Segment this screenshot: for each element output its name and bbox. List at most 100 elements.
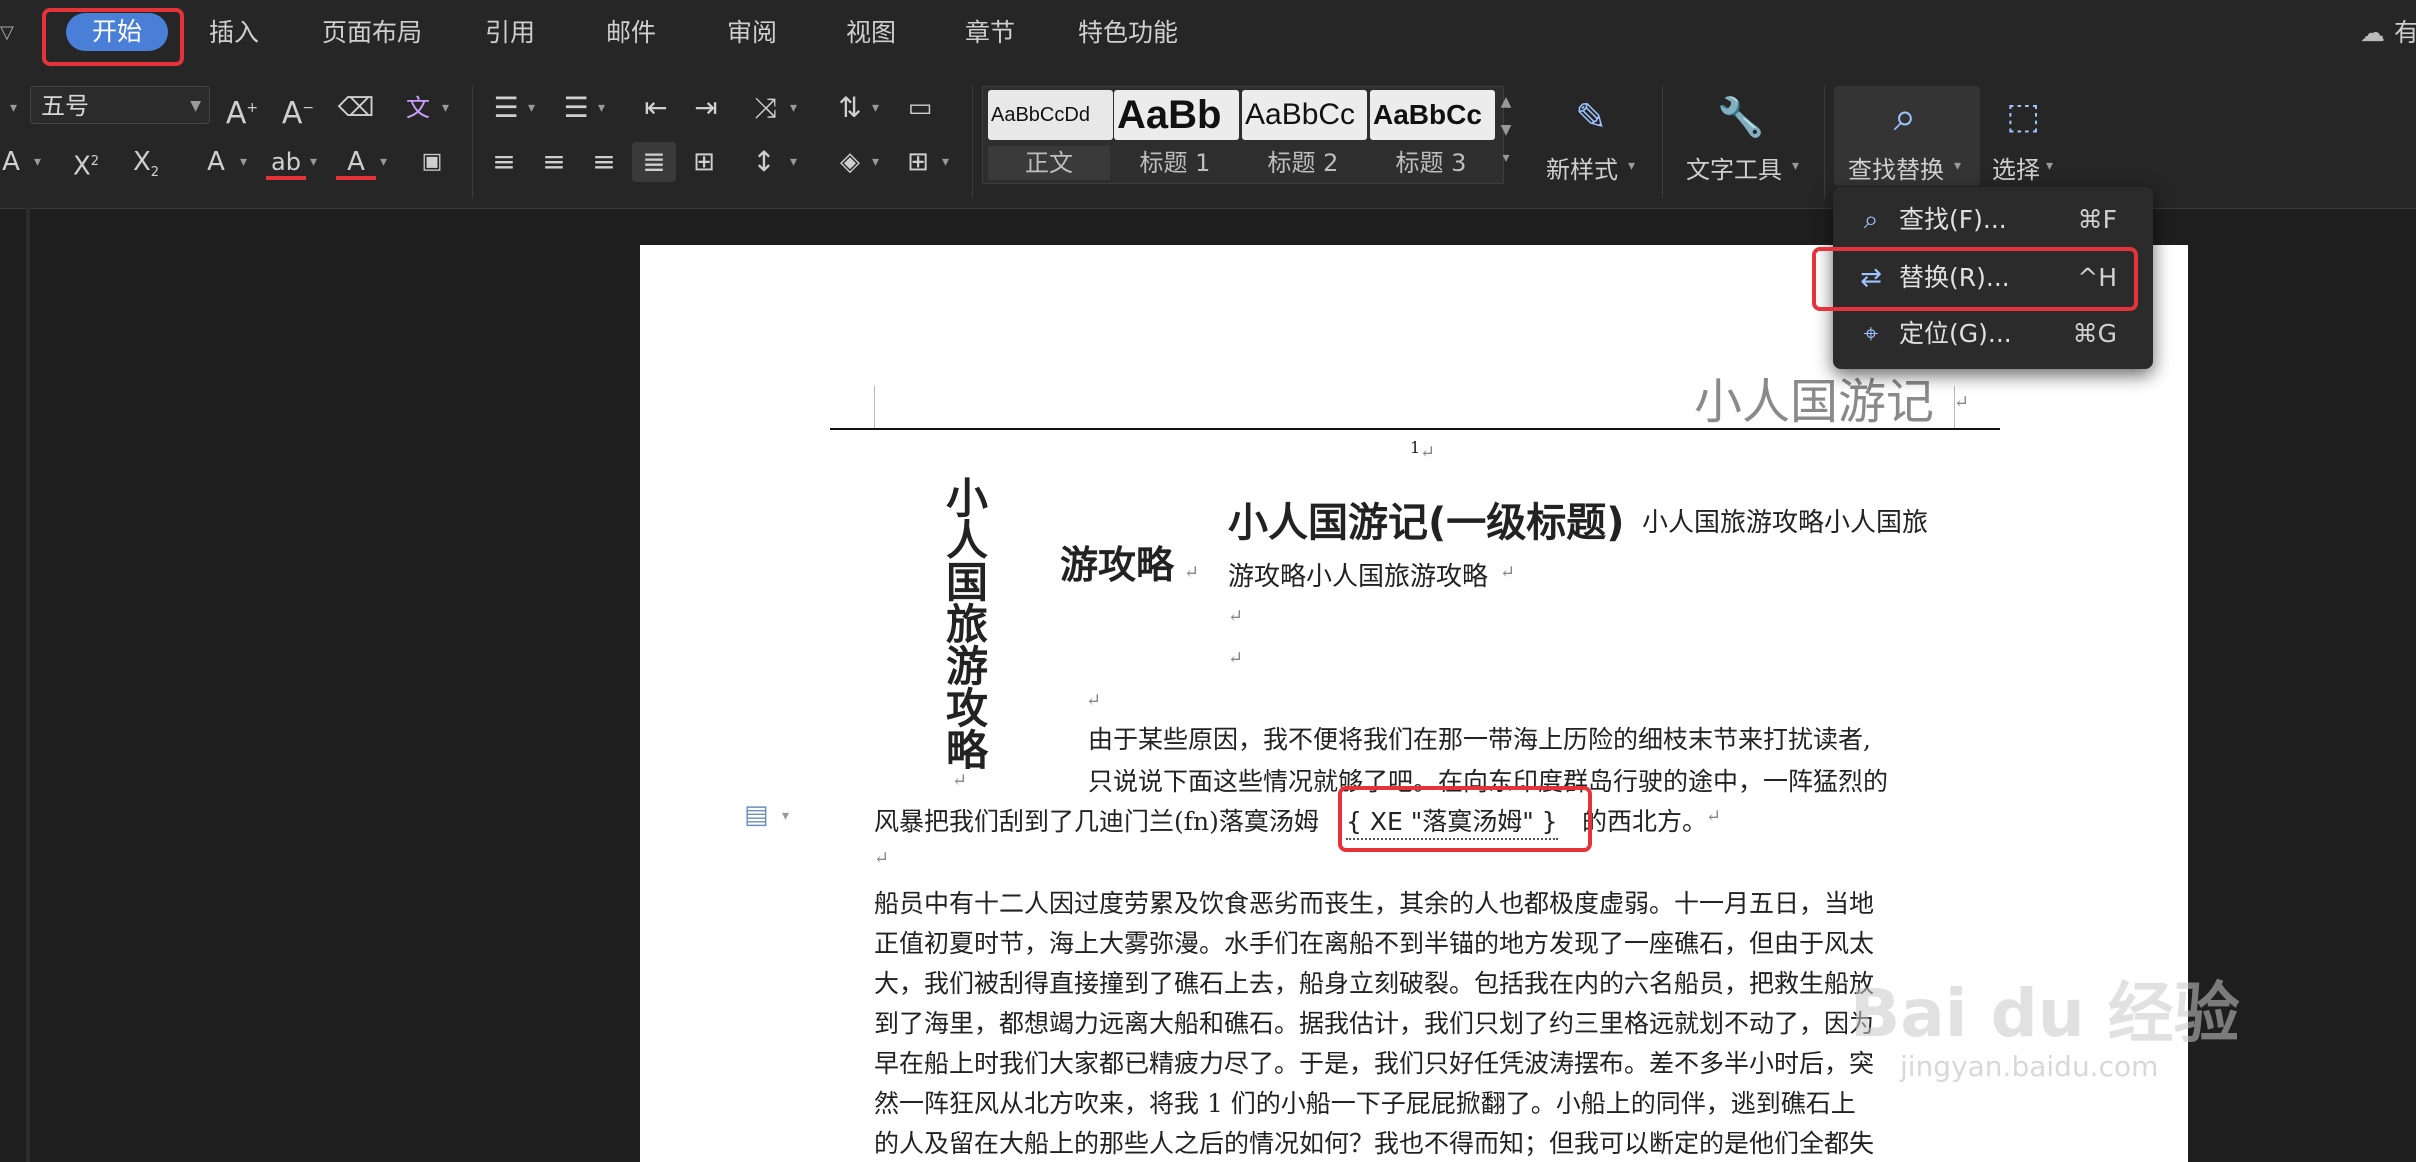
chevron-down-icon[interactable]: ▾ bbox=[34, 154, 41, 170]
para2-line: 然一阵狂风从北方吹来，将我 1 们的小船一下子屁屁掀翻了。小船上的同伴，逃到礁石… bbox=[874, 1089, 1856, 1118]
menu-item-goto[interactable]: ⌖ 定位(G)... ⌘G bbox=[1833, 307, 2153, 361]
paragraph-mark: ↵ bbox=[1706, 806, 1722, 827]
locate-icon: ⌖ bbox=[1863, 319, 1879, 349]
distributed-align-icon[interactable]: ⊞ bbox=[684, 142, 724, 182]
wrench-icon[interactable]: 🔧 bbox=[1716, 92, 1766, 142]
tab-view[interactable]: 视图 bbox=[846, 12, 896, 54]
paragraph-mark: ↵ bbox=[1954, 392, 1970, 413]
page-number: 1 bbox=[1410, 438, 1421, 457]
align-right-icon[interactable]: ≡ bbox=[584, 142, 624, 182]
menu-item-label: 定位(G)... bbox=[1899, 319, 2012, 348]
tab-mail[interactable]: 邮件 bbox=[606, 12, 656, 54]
para2-line: 船员中有十二人因过度劳累及饮食恶劣而丧生，其余的人也都极度虚弱。十一月五日，当地 bbox=[874, 889, 1875, 918]
side-heading: 游攻略 bbox=[1060, 543, 1175, 587]
style-heading3[interactable]: AaBbCc bbox=[1370, 90, 1495, 140]
increase-indent-icon[interactable]: ⇥ bbox=[686, 88, 726, 128]
subscript-icon[interactable]: X2 bbox=[126, 142, 166, 182]
tab-page-layout[interactable]: 页面布局 bbox=[322, 12, 422, 54]
chevron-down-icon[interactable]: ▾ bbox=[1628, 158, 1635, 174]
justify-icon[interactable]: ≣ bbox=[632, 142, 676, 182]
grow-font-icon[interactable]: A+ bbox=[222, 88, 262, 131]
select-button[interactable]: 选择 bbox=[1992, 150, 2040, 185]
chevron-down-icon[interactable]: ▾ bbox=[782, 808, 789, 824]
tab-special-features[interactable]: 特色功能 bbox=[1078, 12, 1178, 54]
chevron-down-icon[interactable]: ▾ bbox=[790, 100, 797, 116]
tab-chapter[interactable]: 章节 bbox=[965, 12, 1015, 54]
para2-line: 的人及留在大船上的那些人之后的情况如何？我也不得而知；但我可以断定的是他们全都失 bbox=[874, 1129, 1875, 1158]
ruler-icon[interactable]: ▭ bbox=[898, 88, 942, 128]
new-style-button[interactable]: 新样式 bbox=[1546, 150, 1618, 185]
style-label-normal[interactable]: 正文 bbox=[988, 146, 1110, 180]
eraser-icon[interactable]: ⌫ bbox=[336, 88, 376, 128]
style-normal[interactable]: AaBbCcDd bbox=[988, 90, 1113, 140]
shrink-font-icon[interactable]: A− bbox=[278, 88, 318, 131]
numbered-list-icon[interactable]: ☰ bbox=[556, 88, 596, 128]
font-color-icon[interactable]: A bbox=[336, 142, 376, 180]
tab-references[interactable]: 引用 bbox=[485, 12, 535, 54]
divider bbox=[472, 86, 473, 198]
para2-line: 到了海里，都想竭力远离大船和礁石。据我估计，我们只划了约三里格远就划不动了，因为 bbox=[874, 1009, 1875, 1038]
style-heading1[interactable]: AaBb bbox=[1114, 90, 1239, 140]
collapse-chevron-icon[interactable]: ▽ bbox=[0, 12, 14, 54]
highlight-icon[interactable]: ab bbox=[266, 142, 306, 180]
font-size-combo[interactable]: 五号 ▼ bbox=[30, 86, 210, 124]
heading-line-2: 游攻略小人国旅游攻略 bbox=[1228, 562, 1489, 592]
heading-1: 小人国游记(一级标题) bbox=[1228, 500, 1625, 546]
tab-review[interactable]: 审阅 bbox=[727, 12, 777, 54]
style-preview: AaBbCc bbox=[1245, 98, 1356, 131]
divider bbox=[1662, 86, 1663, 198]
chevron-down-icon[interactable]: ▾ bbox=[790, 154, 797, 170]
shading-icon[interactable]: ◈ bbox=[830, 142, 870, 182]
strikethrough-icon[interactable]: A bbox=[0, 142, 22, 182]
chevron-down-icon[interactable]: ▾ bbox=[598, 100, 605, 116]
sort-icon[interactable]: ⇅ bbox=[830, 88, 870, 128]
superscript-icon[interactable]: X2 bbox=[66, 142, 106, 182]
chevron-down-icon[interactable]: ▾ bbox=[1792, 158, 1799, 174]
paragraph-mark: ↵ bbox=[1086, 690, 1102, 711]
chevron-down-icon[interactable]: ▾ bbox=[380, 154, 387, 170]
chevron-down-icon[interactable]: ▾ bbox=[1954, 158, 1961, 174]
style-label-heading3[interactable]: 标题 3 bbox=[1370, 146, 1492, 180]
header-text: 小人国游记 bbox=[1694, 374, 1935, 430]
text-tools-button[interactable]: 文字工具 bbox=[1686, 150, 1782, 185]
new-style-icon[interactable]: ✎ bbox=[1566, 92, 1616, 142]
bullet-list-icon[interactable]: ☰ bbox=[486, 88, 526, 128]
chevron-down-icon[interactable]: ▾ bbox=[872, 100, 879, 116]
highlight-box-replace bbox=[1812, 247, 2138, 311]
style-label-heading2[interactable]: 标题 2 bbox=[1242, 146, 1364, 180]
tab-insert[interactable]: 插入 bbox=[209, 12, 259, 54]
tab-right-label[interactable]: 有 bbox=[2394, 12, 2416, 54]
text-direction-icon[interactable]: ⤨ bbox=[746, 88, 786, 128]
align-center-icon[interactable]: ≡ bbox=[534, 142, 574, 182]
pinyin-icon[interactable]: 文 bbox=[398, 88, 438, 128]
character-border-icon[interactable]: ▣ bbox=[412, 142, 452, 182]
chevron-down-icon[interactable]: ▾ bbox=[2046, 158, 2053, 174]
find-replace-button[interactable]: 查找替换 bbox=[1848, 150, 1944, 185]
chevron-down-icon[interactable]: ▾ bbox=[240, 154, 247, 170]
chevron-down-icon[interactable]: ▾ bbox=[528, 100, 535, 116]
line-spacing-icon[interactable]: ↕ bbox=[744, 142, 784, 182]
select-cursor-icon[interactable]: ⬚ bbox=[1998, 92, 2048, 142]
highlight-box-xe bbox=[1338, 786, 1592, 852]
style-heading2[interactable]: AaBbCc bbox=[1242, 90, 1367, 140]
align-left-icon[interactable]: ≡ bbox=[484, 142, 524, 182]
margin-guide bbox=[1954, 386, 1955, 428]
decrease-indent-icon[interactable]: ⇤ bbox=[636, 88, 676, 128]
document-icon[interactable]: ▤ bbox=[744, 800, 769, 830]
text-effect-icon[interactable]: A bbox=[196, 142, 236, 182]
chevron-down-icon[interactable]: ▾ bbox=[310, 154, 317, 170]
menu-item-find[interactable]: ⌕ 查找(F)... ⌘F bbox=[1833, 193, 2153, 247]
dropdown-arrow-icon[interactable]: ▾ bbox=[10, 100, 17, 116]
menu-item-label: 查找(F)... bbox=[1899, 205, 2007, 234]
watermark-logo: Bai du 经验 bbox=[1850, 975, 2240, 1052]
chevron-down-icon[interactable]: ▾ bbox=[442, 100, 449, 116]
search-icon[interactable]: ⌕ bbox=[1880, 92, 1930, 142]
style-label-heading1[interactable]: 标题 1 bbox=[1114, 146, 1236, 180]
chevron-down-icon[interactable]: ▾ bbox=[872, 154, 879, 170]
cloud-icon[interactable]: ☁ bbox=[2360, 12, 2385, 54]
gallery-scroll-icon[interactable]: ▲ ▼ ▾ bbox=[1496, 88, 1516, 172]
chevron-down-icon[interactable]: ▾ bbox=[942, 154, 949, 170]
para1-line3a: 风暴把我们刮到了几迪门兰(fn)落寞汤姆 bbox=[874, 807, 1319, 836]
chevron-down-icon: ▼ bbox=[190, 98, 201, 114]
borders-icon[interactable]: ⊞ bbox=[898, 142, 938, 182]
